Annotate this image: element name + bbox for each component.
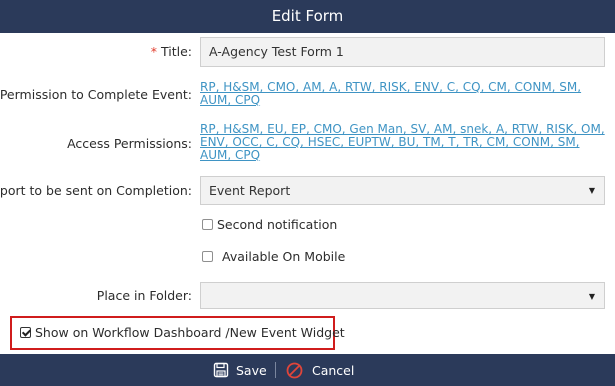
- available-mobile-label: Available On Mobile: [222, 249, 346, 264]
- access-perm-label: Access Permissions:: [67, 136, 192, 151]
- floppy-disk-icon: [213, 362, 229, 378]
- title-label-text: Title:: [161, 44, 192, 59]
- second-notification-label: Second notification: [217, 217, 338, 232]
- available-mobile-checkbox[interactable]: [202, 251, 213, 262]
- save-button[interactable]: Save: [213, 354, 267, 386]
- show-dashboard-label: Show on Workflow Dashboard /New Event Wi…: [35, 325, 345, 340]
- second-notification-row[interactable]: Second notification: [202, 217, 337, 232]
- show-dashboard-row[interactable]: Show on Workflow Dashboard /New Event Wi…: [20, 325, 345, 340]
- perm-complete-link[interactable]: RP, H&SM, CMO, AM, A, RTW, RISK, ENV, C,…: [200, 81, 605, 107]
- second-notification-checkbox[interactable]: [202, 219, 213, 230]
- save-label: Save: [236, 362, 267, 378]
- edit-form-dialog: Edit Form * Title: A-Agency Test Form 1 P…: [0, 0, 615, 386]
- title-input[interactable]: A-Agency Test Form 1: [200, 37, 605, 67]
- dialog-title-bar: Edit Form: [0, 0, 615, 33]
- cancel-circle-icon: [286, 362, 303, 378]
- available-mobile-row[interactable]: Available On Mobile: [202, 249, 345, 264]
- show-dashboard-checkbox[interactable]: [20, 327, 31, 338]
- report-label: Report to be sent on Completion:: [0, 183, 192, 198]
- cancel-button[interactable]: Cancel: [286, 354, 354, 386]
- required-mark: *: [150, 44, 157, 59]
- access-perm-link[interactable]: RP, H&SM, EU, EP, CMO, Gen Man, SV, AM, …: [200, 123, 605, 162]
- perm-complete-label: Permission to Complete Event:: [0, 87, 192, 102]
- title-label: * Title:: [151, 44, 192, 59]
- dialog-title: Edit Form: [271, 7, 344, 25]
- report-select[interactable]: Event Report ▼: [200, 176, 605, 205]
- footer-separator: [275, 362, 276, 378]
- dialog-footer: Save Cancel: [0, 354, 615, 386]
- cancel-label: Cancel: [312, 362, 355, 378]
- caret-down-icon: ▼: [588, 186, 595, 195]
- folder-select[interactable]: ▼: [200, 282, 605, 309]
- report-select-value: Event Report: [209, 183, 291, 198]
- folder-label: Place in Folder:: [96, 288, 192, 303]
- caret-down-icon: ▼: [588, 292, 595, 301]
